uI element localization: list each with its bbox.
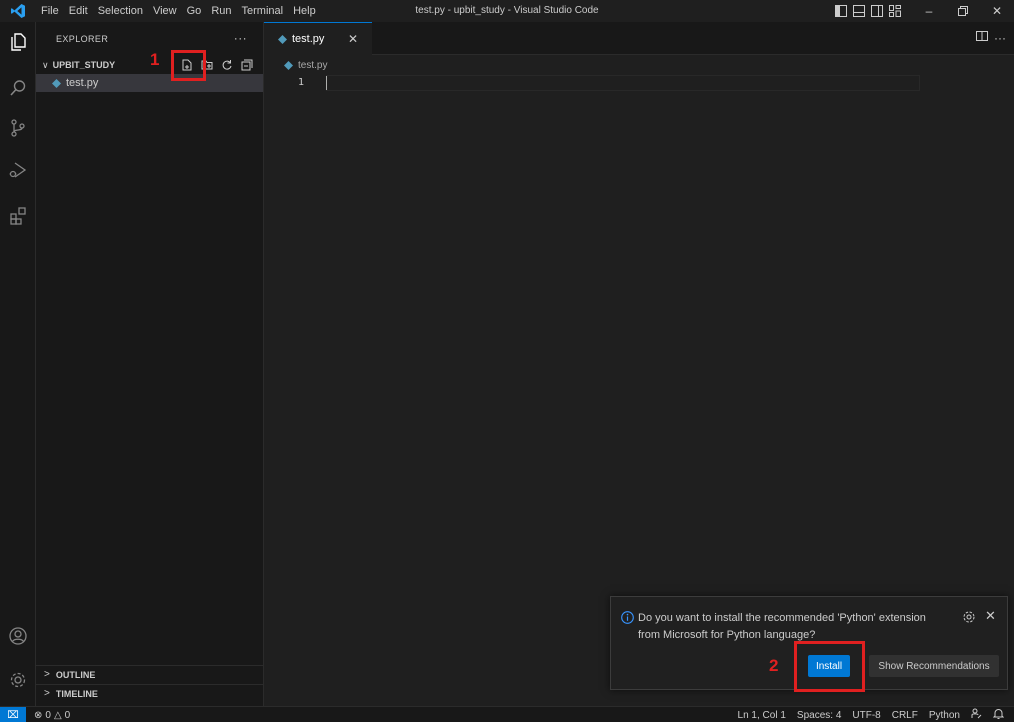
close-tab-icon[interactable]: ✕ bbox=[348, 32, 358, 46]
refresh-icon[interactable] bbox=[219, 57, 235, 73]
minimize-button[interactable]: – bbox=[912, 0, 946, 22]
manage-gear-icon[interactable] bbox=[0, 662, 36, 698]
chevron-down-icon: ∨ bbox=[42, 59, 49, 70]
run-and-debug-icon[interactable] bbox=[0, 152, 36, 188]
toggle-panel-icon[interactable] bbox=[850, 0, 868, 22]
feedback-icon[interactable] bbox=[971, 708, 982, 722]
chevron-right-icon: > bbox=[44, 669, 50, 680]
source-control-icon[interactable] bbox=[0, 110, 36, 146]
menu-help[interactable]: Help bbox=[288, 0, 321, 22]
annotation-box-1 bbox=[171, 50, 206, 81]
notification-close-icon[interactable]: ✕ bbox=[985, 608, 996, 624]
status-bar: ⌧ ⊗ 0 △ 0 Ln 1, Col 1 Spaces: 4 UTF-8 CR… bbox=[0, 706, 1014, 722]
annotation-marker-2: 2 bbox=[769, 656, 779, 675]
editor-tabs: test.py ✕ ··· bbox=[264, 22, 1014, 55]
timeline-label: TIMELINE bbox=[55, 688, 98, 699]
python-file-icon bbox=[284, 60, 293, 70]
menu-bar: File Edit Selection View Go Run Terminal… bbox=[36, 0, 321, 22]
file-name: test.py bbox=[66, 77, 99, 89]
python-file-icon bbox=[278, 34, 287, 44]
accounts-icon[interactable] bbox=[0, 618, 36, 654]
breadcrumb-file[interactable]: test.py bbox=[298, 60, 327, 71]
menu-file[interactable]: File bbox=[36, 0, 64, 22]
outline-section[interactable]: > OUTLINE bbox=[36, 665, 264, 683]
warning-count: 0 bbox=[64, 709, 71, 721]
search-icon[interactable] bbox=[0, 70, 36, 106]
notification-settings-gear-icon[interactable] bbox=[962, 610, 976, 627]
cursor-position[interactable]: Ln 1, Col 1 bbox=[738, 710, 786, 721]
current-line-highlight bbox=[326, 75, 920, 91]
tab-test-py[interactable]: test.py ✕ bbox=[264, 22, 372, 55]
activity-bar bbox=[0, 22, 36, 706]
menu-edit[interactable]: Edit bbox=[64, 0, 93, 22]
collapse-all-icon[interactable] bbox=[239, 57, 255, 73]
annotation-marker-1: 1 bbox=[150, 50, 160, 69]
language-mode[interactable]: Python bbox=[929, 710, 960, 721]
explorer-icon[interactable] bbox=[0, 24, 36, 60]
tab-label: test.py bbox=[292, 33, 325, 45]
folder-name: UPBIT_STUDY bbox=[52, 60, 116, 70]
breadcrumb: test.py bbox=[264, 55, 1014, 75]
error-icon: ⊗ bbox=[34, 709, 43, 721]
menu-selection[interactable]: Selection bbox=[93, 0, 148, 22]
editor-more-actions-icon[interactable]: ··· bbox=[994, 31, 1006, 45]
line-number: 1 bbox=[297, 77, 304, 88]
menu-run[interactable]: Run bbox=[206, 0, 236, 22]
menu-go[interactable]: Go bbox=[182, 0, 207, 22]
show-recommendations-button[interactable]: Show Recommendations bbox=[869, 655, 999, 677]
python-file-icon bbox=[52, 78, 61, 88]
extensions-icon[interactable] bbox=[0, 198, 36, 234]
end-of-line[interactable]: CRLF bbox=[892, 710, 918, 721]
menu-terminal[interactable]: Terminal bbox=[237, 0, 289, 22]
explorer-sidebar: EXPLORER ··· ∨ UPBIT_STUDY test.py > OUT… bbox=[36, 22, 264, 706]
indentation[interactable]: Spaces: 4 bbox=[797, 710, 841, 721]
toggle-secondary-sidebar-icon[interactable] bbox=[868, 0, 886, 22]
title-bar: File Edit Selection View Go Run Terminal… bbox=[0, 0, 1014, 22]
toggle-primary-sidebar-icon[interactable] bbox=[832, 0, 850, 22]
more-actions-icon[interactable]: ··· bbox=[234, 31, 247, 45]
text-cursor bbox=[326, 76, 327, 90]
close-window-button[interactable]: ✕ bbox=[980, 0, 1014, 22]
error-count: 0 bbox=[45, 709, 51, 721]
customize-layout-icon[interactable] bbox=[886, 0, 904, 22]
chevron-right-icon: > bbox=[44, 688, 50, 699]
split-editor-icon[interactable] bbox=[976, 30, 988, 45]
timeline-section[interactable]: > TIMELINE bbox=[36, 684, 264, 702]
remote-indicator-icon[interactable]: ⌧ bbox=[0, 707, 26, 722]
menu-view[interactable]: View bbox=[148, 0, 182, 22]
notification-message: Do you want to install the recommended '… bbox=[638, 612, 926, 641]
info-icon bbox=[621, 611, 634, 627]
notifications-bell-icon[interactable] bbox=[992, 708, 1005, 722]
outline-label: OUTLINE bbox=[55, 669, 96, 680]
restore-button[interactable] bbox=[946, 0, 980, 22]
vscode-logo-icon bbox=[0, 0, 36, 22]
problems-indicator[interactable]: ⊗ 0 △ 0 bbox=[34, 707, 70, 722]
explorer-title: EXPLORER bbox=[56, 34, 109, 44]
warning-icon: △ bbox=[53, 709, 62, 721]
annotation-box-2 bbox=[794, 641, 865, 692]
encoding[interactable]: UTF-8 bbox=[852, 710, 880, 721]
file-item-test-py[interactable]: test.py bbox=[36, 74, 263, 92]
